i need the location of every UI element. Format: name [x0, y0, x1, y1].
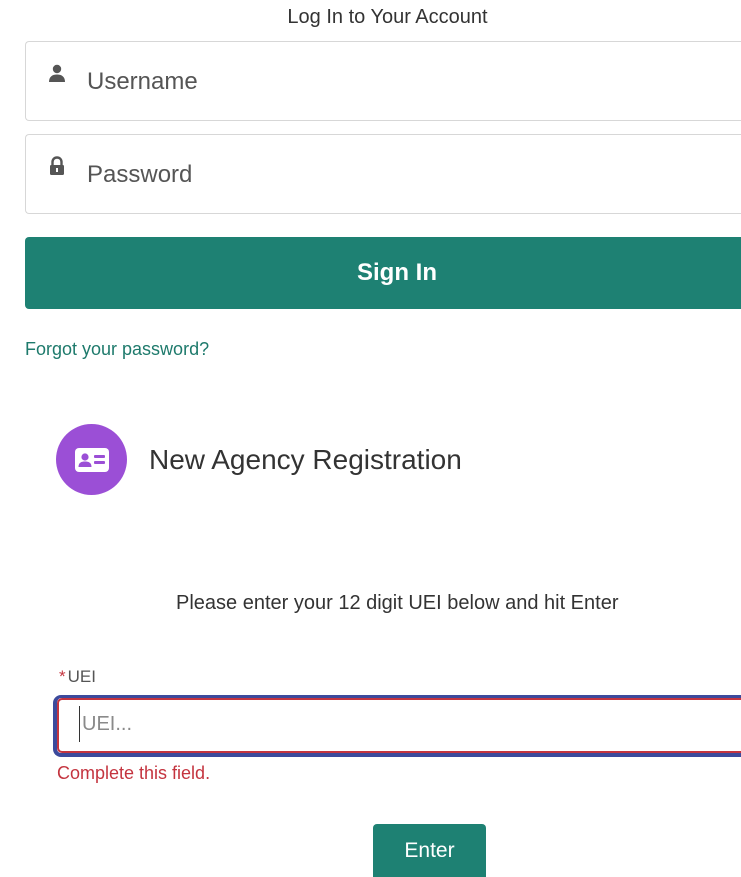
agency-registration-header: New Agency Registration — [56, 424, 462, 495]
user-icon — [46, 62, 68, 84]
uei-error-message: Complete this field. — [57, 763, 211, 783]
uei-field[interactable] — [53, 695, 741, 757]
username-field[interactable] — [25, 41, 741, 121]
sign-in-button[interactable]: Sign In — [25, 237, 741, 309]
lock-icon — [46, 155, 68, 177]
username-input[interactable] — [87, 62, 727, 102]
uei-instruction: Please enter your 12 digit UEI below and… — [176, 592, 619, 614]
id-card-icon — [56, 424, 127, 495]
uei-label-text: UEI — [67, 667, 96, 686]
forgot-password-link[interactable]: Forgot your password? — [25, 339, 209, 360]
required-marker: * — [59, 667, 66, 686]
login-title: Log In to Your Account — [287, 6, 488, 28]
uei-input[interactable] — [79, 706, 719, 742]
agency-registration-title: New Agency Registration — [149, 443, 462, 475]
uei-label: * UEI — [59, 667, 96, 687]
enter-button[interactable]: Enter — [373, 824, 486, 877]
password-field[interactable] — [25, 134, 741, 214]
password-input[interactable] — [87, 155, 727, 195]
login-page: Log In to Your Account Sign In Forgot yo… — [0, 0, 741, 877]
sign-in-label: Sign In — [357, 259, 437, 286]
